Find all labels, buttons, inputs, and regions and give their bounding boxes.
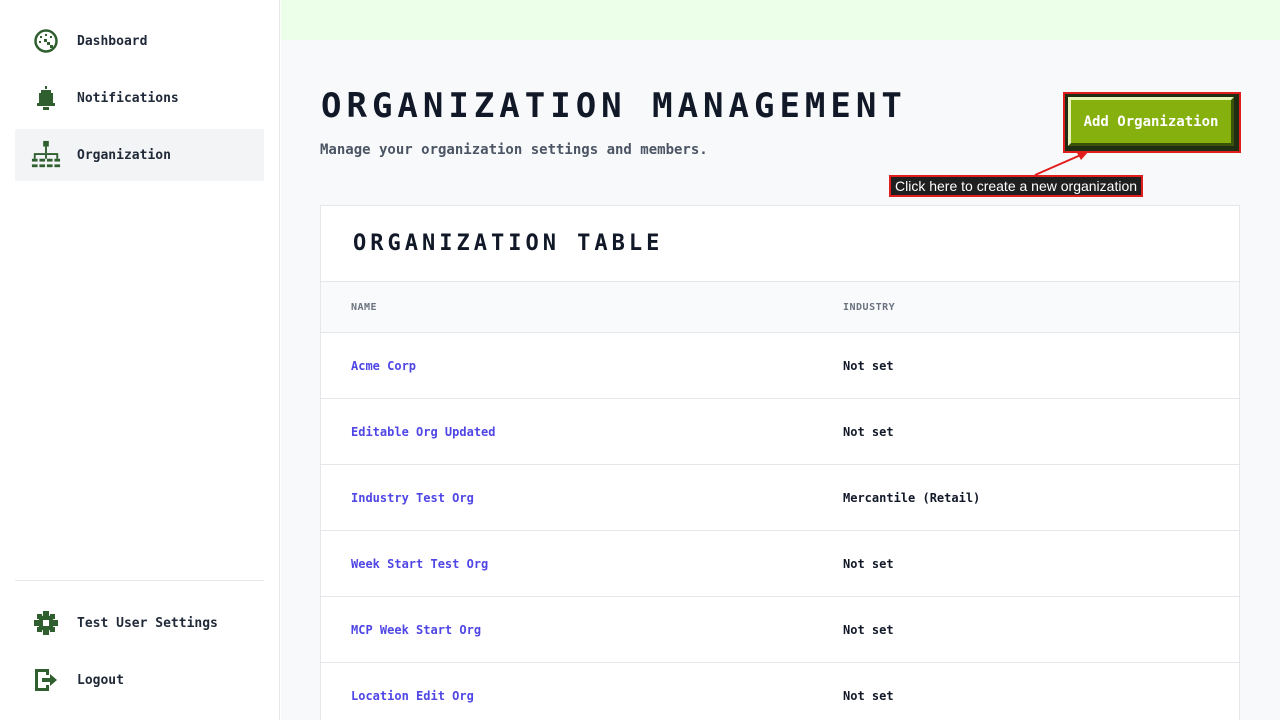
table-row: Week Start Test Org Not set — [321, 531, 1239, 597]
column-header-industry: Industry — [843, 301, 896, 313]
sidebar-item-notifications[interactable]: Notifications — [15, 72, 264, 124]
annotation-tooltip: Click here to create a new organization — [889, 175, 1144, 197]
page-title: Organization Management — [321, 86, 907, 126]
sidebar-item-label: Logout — [77, 672, 124, 688]
dashboard-icon — [31, 26, 61, 56]
sidebar-item-label: Organization — [77, 147, 171, 163]
gear-icon — [31, 608, 61, 638]
organization-table-card: Organization Table Name Industry Acme Co… — [320, 205, 1240, 720]
page-subtitle: Manage your organization settings and me… — [320, 142, 708, 158]
table-row: MCP Week Start Org Not set — [321, 597, 1239, 663]
table-header: Name Industry — [321, 282, 1239, 333]
sidebar-item-organization[interactable]: Organization — [15, 129, 264, 181]
organization-name-link[interactable]: Acme Corp — [321, 359, 843, 373]
sidebar-item-logout[interactable]: Logout — [15, 654, 264, 706]
organization-name-link[interactable]: Editable Org Updated — [321, 425, 843, 439]
table-row: Acme Corp Not set — [321, 333, 1239, 399]
table-row: Industry Test Org Mercantile (Retail) — [321, 465, 1239, 531]
bell-icon — [31, 83, 61, 113]
organization-industry: Not set — [843, 622, 894, 637]
sidebar-item-label: Dashboard — [77, 33, 148, 49]
organization-name-link[interactable]: Location Edit Org — [321, 689, 843, 703]
add-organization-button[interactable]: Add Organization — [1068, 97, 1234, 146]
sidebar-nav-bottom: Test User Settings Logout — [15, 597, 264, 711]
organization-name-link[interactable]: Week Start Test Org — [321, 557, 843, 571]
sidebar-item-dashboard[interactable]: Dashboard — [15, 15, 264, 67]
sidebar-item-label: Test User Settings — [77, 615, 218, 631]
sidebar-item-user-settings[interactable]: Test User Settings — [15, 597, 264, 649]
org-chart-icon — [31, 140, 61, 170]
table-title: Organization Table — [321, 206, 1239, 282]
sidebar-divider — [15, 580, 264, 581]
organization-industry: Not set — [843, 358, 894, 373]
organization-name-link[interactable]: Industry Test Org — [321, 491, 843, 505]
top-banner — [281, 0, 1280, 40]
column-header-name: Name — [351, 301, 378, 313]
sidebar: Dashboard Notifications Organization Tes… — [0, 0, 280, 720]
organization-industry: Not set — [843, 688, 894, 703]
table-row: Editable Org Updated Not set — [321, 399, 1239, 465]
organization-name-link[interactable]: MCP Week Start Org — [321, 623, 843, 637]
sidebar-nav: Dashboard Notifications Organization — [15, 15, 264, 186]
organization-industry: Mercantile (Retail) — [843, 490, 981, 505]
main-content: Organization Management Manage your orga… — [281, 0, 1280, 720]
sidebar-item-label: Notifications — [77, 90, 179, 106]
organization-industry: Not set — [843, 556, 894, 571]
logout-icon — [31, 665, 61, 695]
organization-industry: Not set — [843, 424, 894, 439]
table-row: Location Edit Org Not set — [321, 663, 1239, 720]
